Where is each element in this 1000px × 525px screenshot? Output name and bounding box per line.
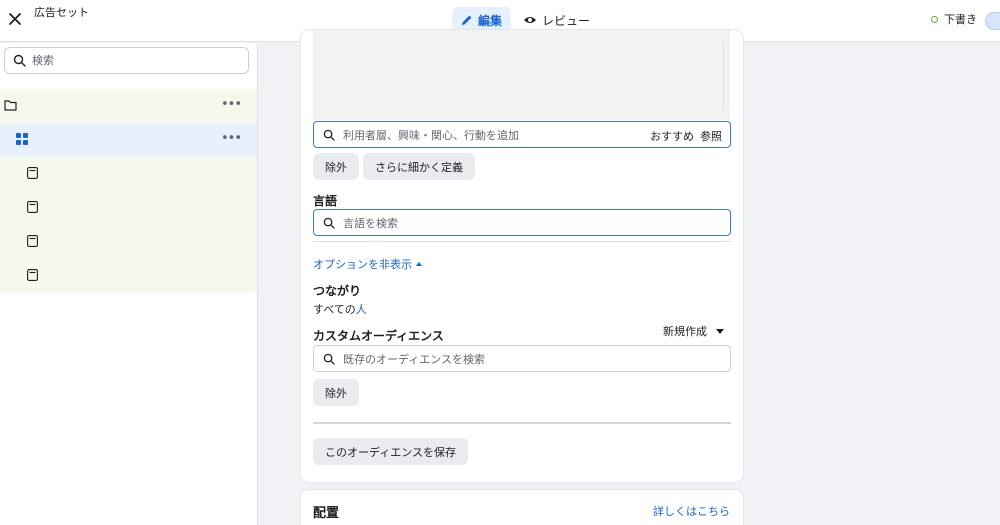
detailed-targeting-placeholder: 利用者層、興味・関心、行動を追加 xyxy=(343,128,519,142)
tree-item-ad[interactable] xyxy=(0,225,257,259)
divider xyxy=(313,241,731,242)
tab-edit-label: 編集 xyxy=(478,13,503,28)
pencil-icon xyxy=(462,15,472,25)
connections-link[interactable]: 人 xyxy=(356,303,367,316)
sidebar-search xyxy=(4,47,249,74)
tab-review-label: レビュー xyxy=(542,13,591,28)
tree-item-campaign[interactable]: ••• xyxy=(0,89,257,123)
status-dot-icon xyxy=(931,15,938,23)
tree-item-ad[interactable] xyxy=(0,191,257,225)
narrow-audience-button[interactable]: さらに細かく定義 xyxy=(363,153,475,180)
placement-card: 配置 詳しくはこちら xyxy=(301,490,743,525)
tree-item-ad[interactable] xyxy=(0,259,257,293)
create-new-label: 新規作成 xyxy=(663,325,707,338)
grid-icon xyxy=(16,133,28,145)
sidebar-search-input[interactable] xyxy=(32,54,232,67)
create-new-dropdown[interactable]: 新規作成 xyxy=(663,323,724,339)
status-toggle[interactable] xyxy=(985,12,1000,30)
page-title: 広告セット xyxy=(34,6,89,19)
folder-icon xyxy=(4,100,17,111)
hide-options-label: オプションを非表示 xyxy=(313,258,412,271)
save-audience-button[interactable]: このオーディエンスを保存 xyxy=(313,438,469,465)
eye-icon xyxy=(524,17,536,23)
connections-prefix: すべての xyxy=(313,303,356,316)
language-search-input[interactable]: 言語を検索 xyxy=(313,209,731,236)
search-icon xyxy=(13,54,26,67)
placement-label: 配置 xyxy=(313,506,340,521)
ad-icon xyxy=(27,201,38,213)
more-options-icon[interactable]: ••• xyxy=(221,98,242,111)
exclude-button[interactable]: 除外 xyxy=(313,153,359,180)
chevron-down-icon xyxy=(716,328,724,334)
custom-audience-label: カスタムオーディエンス xyxy=(313,329,444,343)
search-icon xyxy=(323,129,335,141)
language-label: 言語 xyxy=(313,194,338,208)
connections-label: つながり xyxy=(313,284,362,298)
browse-link[interactable]: 参照 xyxy=(700,128,722,144)
detailed-targeting-input[interactable]: 利用者層、興味・関心、行動を追加 おすすめ 参照 xyxy=(313,121,731,148)
status-label: 下書き xyxy=(944,13,977,26)
ad-icon xyxy=(27,235,38,247)
selected-targeting-list xyxy=(313,30,730,120)
tree-item-ad-set[interactable]: ••• xyxy=(0,123,257,157)
scrollbar[interactable] xyxy=(723,42,724,110)
caret-up-icon xyxy=(416,262,422,266)
ad-icon xyxy=(27,269,38,281)
ad-icon xyxy=(27,167,38,179)
learn-more-link[interactable]: 詳しくはこちら xyxy=(653,503,730,519)
campaign-tree: ••• ••• xyxy=(0,89,257,293)
suggestions-link[interactable]: おすすめ xyxy=(650,128,694,144)
custom-audience-search-input[interactable]: 既存のオーディエンスを検索 xyxy=(313,345,731,372)
search-icon xyxy=(323,217,335,229)
sidebar: ••• ••• xyxy=(0,43,258,525)
search-icon xyxy=(323,353,335,365)
more-options-icon[interactable]: ••• xyxy=(221,132,242,145)
exclude-audience-button[interactable]: 除外 xyxy=(313,379,359,406)
draft-status: 下書き xyxy=(931,11,977,27)
language-placeholder: 言語を検索 xyxy=(343,216,398,230)
hide-options-link[interactable]: オプションを非表示 xyxy=(313,256,422,272)
connections-value: すべての人 xyxy=(313,301,367,317)
custom-audience-placeholder: 既存のオーディエンスを検索 xyxy=(343,352,486,366)
divider xyxy=(313,422,731,424)
audience-card: 利用者層、興味・関心、行動を追加 おすすめ 参照 除外 さらに細かく定義 言語 … xyxy=(301,30,743,482)
close-icon[interactable] xyxy=(6,10,24,28)
tree-item-ad[interactable] xyxy=(0,157,257,191)
